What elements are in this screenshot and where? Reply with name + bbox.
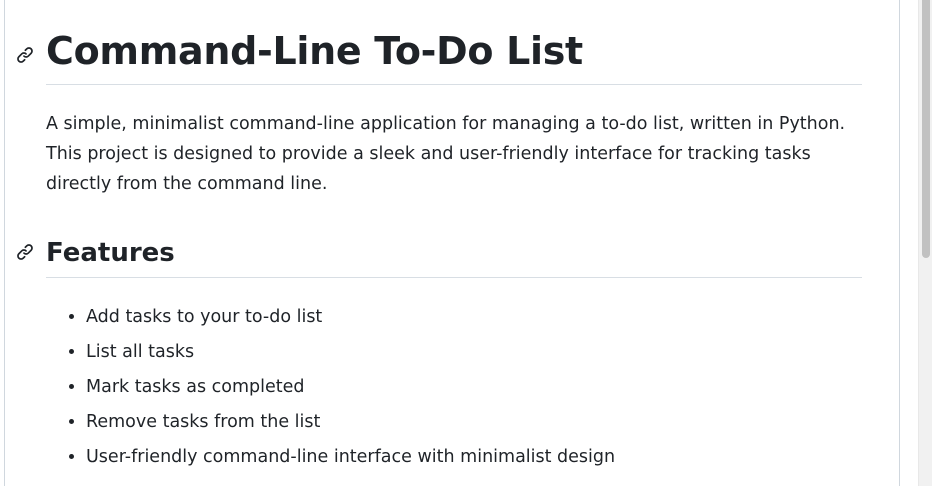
list-item: Add tasks to your to-do list bbox=[86, 300, 862, 335]
title-anchor-link[interactable] bbox=[14, 40, 36, 63]
features-heading: Features bbox=[17, 237, 862, 278]
readme-viewport: Command-Line To-Do List A simple, minima… bbox=[0, 0, 932, 486]
link-icon bbox=[16, 237, 34, 269]
markdown-body: Command-Line To-Do List A simple, minima… bbox=[17, 0, 862, 475]
scrollbar-thumb[interactable] bbox=[922, 0, 930, 258]
list-item: Remove tasks from the list bbox=[86, 405, 862, 440]
list-item: User-friendly command-line interface wit… bbox=[86, 440, 862, 475]
page-title-text: Command-Line To-Do List bbox=[46, 29, 583, 73]
features-heading-text: Features bbox=[46, 238, 175, 268]
page-title: Command-Line To-Do List bbox=[17, 28, 862, 85]
features-anchor-link[interactable] bbox=[14, 242, 36, 264]
readme-panel: Command-Line To-Do List A simple, minima… bbox=[4, 0, 900, 486]
features-list: Add tasks to your to-do list List all ta… bbox=[46, 300, 862, 475]
list-item: List all tasks bbox=[86, 335, 862, 370]
intro-paragraph: A simple, minimalist command-line applic… bbox=[46, 114, 846, 194]
list-item: Mark tasks as completed bbox=[86, 370, 862, 405]
vertical-scrollbar[interactable] bbox=[918, 0, 932, 486]
link-icon bbox=[16, 28, 34, 74]
